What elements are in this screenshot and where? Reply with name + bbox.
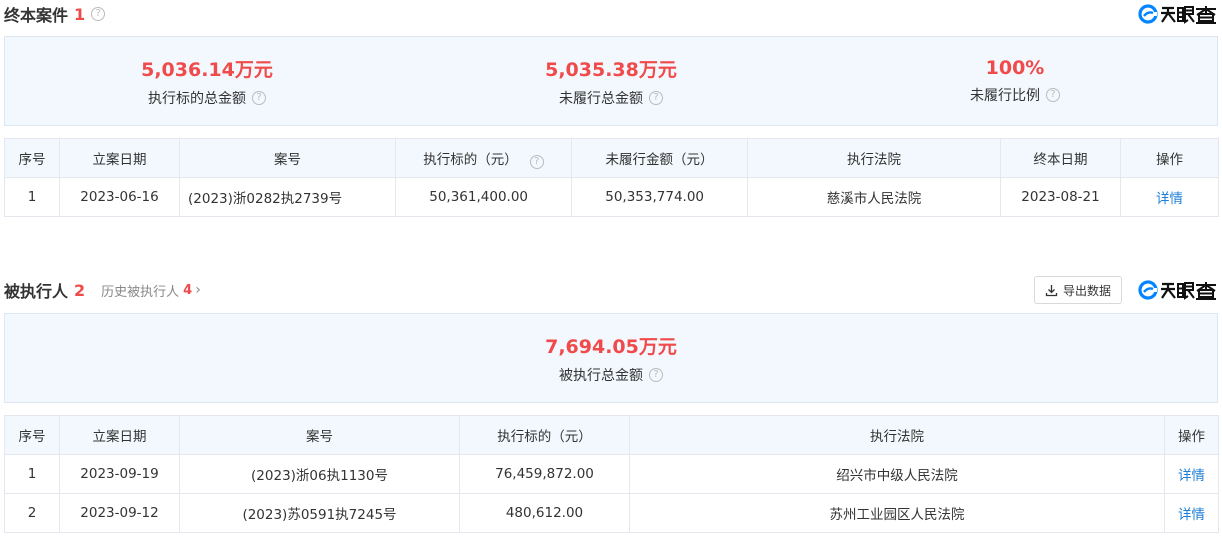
stat-label: 未履行总金额 [559,90,643,107]
chevron-right-icon: › [195,282,201,298]
detail-link[interactable]: 详情 [1164,454,1219,494]
tianyancha-logo-icon [1138,4,1216,24]
col-seq: 序号 [4,415,60,455]
cell-amount: 50,361,400.00 [395,177,572,217]
cell-filing-date: 2023-09-19 [59,454,180,494]
col-action: 操作 [1164,415,1219,455]
table-row: 1 2023-09-19 (2023)浙06执1130号 76,459,872.… [4,454,1219,494]
help-icon[interactable]: ? [529,154,544,169]
detail-link[interactable]: 详情 [1164,493,1219,533]
stat-label: 被执行总金额 [559,367,643,384]
help-icon[interactable]: ? [649,90,663,105]
history-label: 历史被执行人 [101,284,180,300]
history-executed-link[interactable]: 历史被执行人 4 › [101,281,201,300]
cell-case-no: (2023)苏0591执7245号 [179,493,460,533]
executed-title: 被执行人 [4,282,69,301]
col-amount: 执行标的（元）? [395,138,572,178]
tianyancha-logo[interactable] [1138,279,1218,301]
download-icon [1045,284,1058,296]
col-amount: 执行标的（元） [459,415,630,455]
cell-case-no: (2023)浙06执1130号 [179,454,460,494]
detail-link[interactable]: 详情 [1120,177,1219,217]
help-icon[interactable]: ? [91,7,106,21]
cell-court: 苏州工业园区人民法院 [629,493,1165,533]
cell-seq: 1 [4,177,60,217]
tianyancha-logo-icon [1138,280,1216,300]
col-action: 操作 [1120,138,1219,178]
col-court: 执行法院 [747,138,1001,178]
stat-value: 5,035.38万元 [545,58,677,81]
export-data-button[interactable]: 导出数据 [1033,276,1122,304]
terminated-cases-table: 序号 立案日期 案号 执行标的（元）? 未履行金额（元） 执行法院 终本日期 操… [4,138,1219,217]
col-case-no: 案号 [179,415,460,455]
executed-section-header: 被执行人 2 历史被执行人 4 › 导出数据 [4,276,1218,304]
cell-seq: 1 [4,454,60,494]
stat-total-amount: 5,036.14万元 执行标的总金额? [5,37,409,125]
terminated-count: 1 [74,4,86,24]
cell-filing-date: 2023-09-12 [59,493,180,533]
executed-count: 2 [74,280,86,300]
cell-filing-date: 2023-06-16 [59,177,180,217]
cell-court: 绍兴市中级人民法院 [629,454,1165,494]
col-unpaid: 未履行金额（元） [571,138,748,178]
col-seq: 序号 [4,138,60,178]
table-header-row: 序号 立案日期 案号 执行标的（元） 执行法院 操作 [4,415,1219,455]
cell-case-no: (2023)浙0282执2739号 [179,177,396,217]
stat-label: 未履行比例 [970,88,1040,104]
terminated-summary-panel: 5,036.14万元 执行标的总金额? 5,035.38万元 未履行总金额? 1… [4,36,1218,126]
table-row: 1 2023-06-16 (2023)浙0282执2739号 50,361,40… [4,177,1219,217]
col-court: 执行法院 [629,415,1165,455]
col-filing-date: 立案日期 [59,415,180,455]
executed-summary-panel: 7,694.05万元 被执行总金额? [4,313,1218,403]
terminated-title: 终本案件 [4,6,69,25]
help-icon[interactable]: ? [1046,88,1060,102]
export-label: 导出数据 [1062,283,1111,298]
history-count: 4 [183,282,193,298]
terminated-section-header: 终本案件 1 ? [4,1,1218,27]
cell-amount: 480,612.00 [459,493,630,533]
table-header-row: 序号 立案日期 案号 执行标的（元）? 未履行金额（元） 执行法院 终本日期 操… [4,138,1219,178]
stat-value: 100% [985,57,1045,79]
stat-value: 7,694.05万元 [545,335,677,358]
cell-end-date: 2023-08-21 [1000,177,1121,217]
tianyancha-logo[interactable] [1138,3,1218,25]
col-filing-date: 立案日期 [59,138,180,178]
table-row: 2 2023-09-12 (2023)苏0591执7245号 480,612.0… [4,493,1219,533]
help-icon[interactable]: ? [252,90,266,105]
stat-value: 5,036.14万元 [141,58,273,81]
stat-unpaid-ratio: 100% 未履行比例? [813,37,1217,125]
executed-persons-table: 序号 立案日期 案号 执行标的（元） 执行法院 操作 1 2023-09-19 … [4,415,1219,533]
cell-seq: 2 [4,493,60,533]
stat-label: 执行标的总金额 [148,90,246,107]
col-end-date: 终本日期 [1000,138,1121,178]
cell-court: 慈溪市人民法院 [747,177,1001,217]
cell-unpaid: 50,353,774.00 [571,177,748,217]
cell-amount: 76,459,872.00 [459,454,630,494]
stat-executed-total: 7,694.05万元 被执行总金额? [5,314,1217,402]
stat-unpaid-amount: 5,035.38万元 未履行总金额? [409,37,813,125]
col-case-no: 案号 [179,138,396,178]
col-amount-label: 执行标的（元） [423,151,518,168]
help-icon[interactable]: ? [649,367,663,382]
